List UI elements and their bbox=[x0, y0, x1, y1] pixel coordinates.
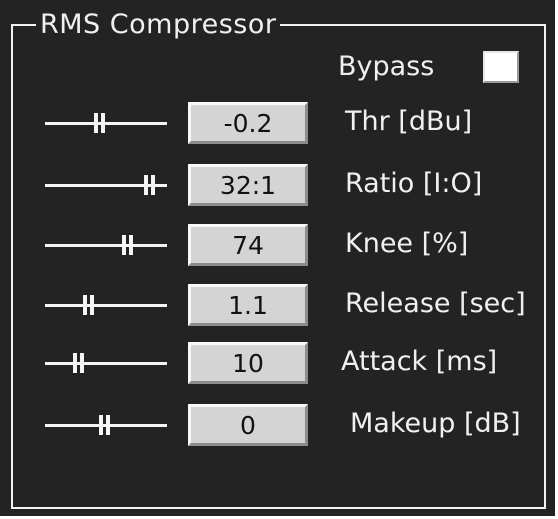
rms-compressor-panel: RMS Compressor Bypass Thr [dBu] Ratio [I… bbox=[0, 0, 558, 519]
group-title: RMS Compressor bbox=[36, 8, 281, 42]
slider-thumb[interactable] bbox=[93, 113, 107, 133]
slider-track bbox=[45, 244, 167, 247]
param-row-attack: Attack [ms] bbox=[0, 342, 558, 386]
bypass-checkbox[interactable] bbox=[483, 51, 519, 83]
threshold-value-field[interactable] bbox=[188, 102, 308, 144]
knee-value-field[interactable] bbox=[188, 224, 308, 266]
slider-thumb[interactable] bbox=[143, 175, 157, 195]
bypass-label: Bypass bbox=[338, 51, 435, 82]
param-row-ratio: Ratio [I:O] bbox=[0, 164, 558, 208]
threshold-slider[interactable] bbox=[45, 106, 167, 140]
param-row-makeup: Makeup [dB] bbox=[0, 404, 558, 448]
threshold-label: Thr [dBu] bbox=[345, 106, 473, 137]
ratio-label: Ratio [I:O] bbox=[345, 168, 483, 199]
slider-thumb[interactable] bbox=[82, 295, 96, 315]
param-row-threshold: Thr [dBu] bbox=[0, 102, 558, 146]
ratio-slider[interactable] bbox=[45, 168, 167, 202]
attack-value-field[interactable] bbox=[188, 342, 308, 384]
slider-thumb[interactable] bbox=[98, 415, 112, 435]
makeup-value-field[interactable] bbox=[188, 404, 308, 446]
knee-slider[interactable] bbox=[45, 228, 167, 262]
slider-thumb[interactable] bbox=[121, 235, 135, 255]
attack-label: Attack [ms] bbox=[341, 346, 498, 377]
slider-thumb[interactable] bbox=[72, 353, 86, 373]
makeup-slider[interactable] bbox=[45, 408, 167, 442]
param-row-release: Release [sec] bbox=[0, 284, 558, 328]
knee-label: Knee [%] bbox=[345, 228, 469, 259]
param-row-knee: Knee [%] bbox=[0, 224, 558, 268]
release-value-field[interactable] bbox=[188, 284, 308, 326]
release-label: Release [sec] bbox=[345, 288, 526, 319]
slider-track bbox=[45, 362, 167, 365]
ratio-value-field[interactable] bbox=[188, 164, 308, 206]
slider-track bbox=[45, 304, 167, 307]
makeup-label: Makeup [dB] bbox=[350, 408, 521, 439]
release-slider[interactable] bbox=[45, 288, 167, 322]
attack-slider[interactable] bbox=[45, 346, 167, 380]
